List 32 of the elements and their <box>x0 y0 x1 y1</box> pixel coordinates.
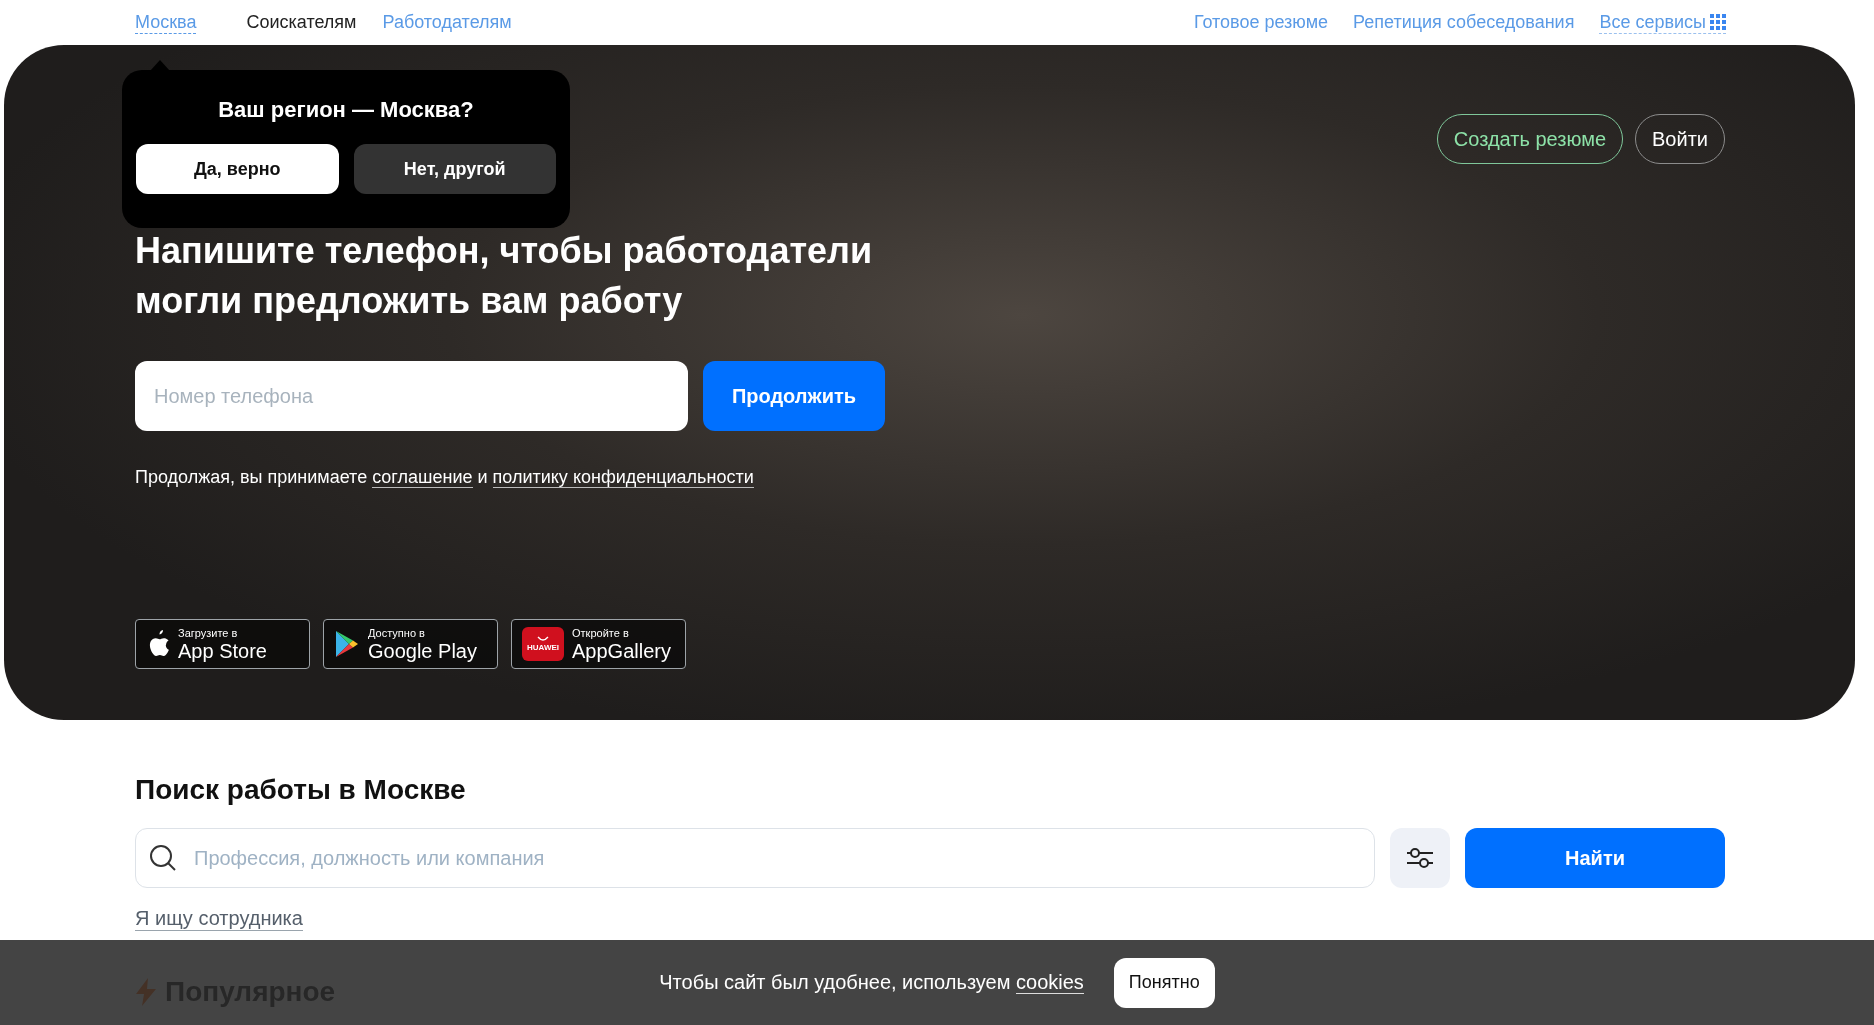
sliders-icon <box>1406 847 1434 869</box>
app-store-badge[interactable]: HUAWEI Откройте в AppGallery <box>511 619 686 669</box>
find-button[interactable]: Найти <box>1465 828 1725 888</box>
agreement-text: Продолжая, вы принимаете соглашение и политику конфиденциальности <box>135 466 755 489</box>
app-store-badge[interactable]: Загрузите в App Store <box>135 619 310 669</box>
phone-input-field[interactable]: Номер телефона <box>135 361 688 431</box>
app-store-badge[interactable]: Доступно в Google Play <box>323 619 498 669</box>
login-button[interactable]: Войти <box>1635 114 1725 164</box>
job-search-field[interactable]: Профессия, должность или компания <box>135 828 1375 888</box>
play-triangle-icon <box>334 630 360 658</box>
employer-link[interactable]: Я ищу сотрудника <box>135 906 303 931</box>
audience-tab[interactable]: Соискателям <box>246 12 357 33</box>
section-title: Поиск работы в Москве <box>135 773 467 807</box>
hero-headline: Напишите телефон, чтобы работодатели могли предложить вам работу <box>135 229 874 323</box>
store-name: App Store <box>178 640 267 661</box>
store-name: Google Play <box>368 640 477 661</box>
badge-caption: Доступно в <box>368 627 426 639</box>
change-region-button[interactable]: Нет, другой <box>353 144 556 194</box>
popup-title: Ваш регион — Москва? <box>217 96 475 124</box>
badge-caption: Загрузите в <box>178 627 239 639</box>
cookie-notice-text: Чтобы сайт был удобнее, используем cookies <box>659 971 1084 994</box>
cookies-link[interactable]: cookies <box>1016 971 1084 994</box>
badge-caption: Откройте в <box>572 627 630 639</box>
agreement-link[interactable]: соглашение <box>372 467 473 488</box>
filter-button[interactable] <box>1390 828 1450 888</box>
store-name: AppGallery <box>572 640 671 661</box>
continue-button[interactable]: Продолжить <box>703 361 885 431</box>
apps-grid-icon <box>1710 14 1726 30</box>
confirm-region-button[interactable]: Да, верно <box>136 144 339 194</box>
agreement-link[interactable]: политику конфиденциальности <box>492 467 754 488</box>
gallery-bag-icon: HUAWEI <box>522 627 564 661</box>
accept-cookies-button[interactable]: Понятно <box>1113 957 1215 1008</box>
